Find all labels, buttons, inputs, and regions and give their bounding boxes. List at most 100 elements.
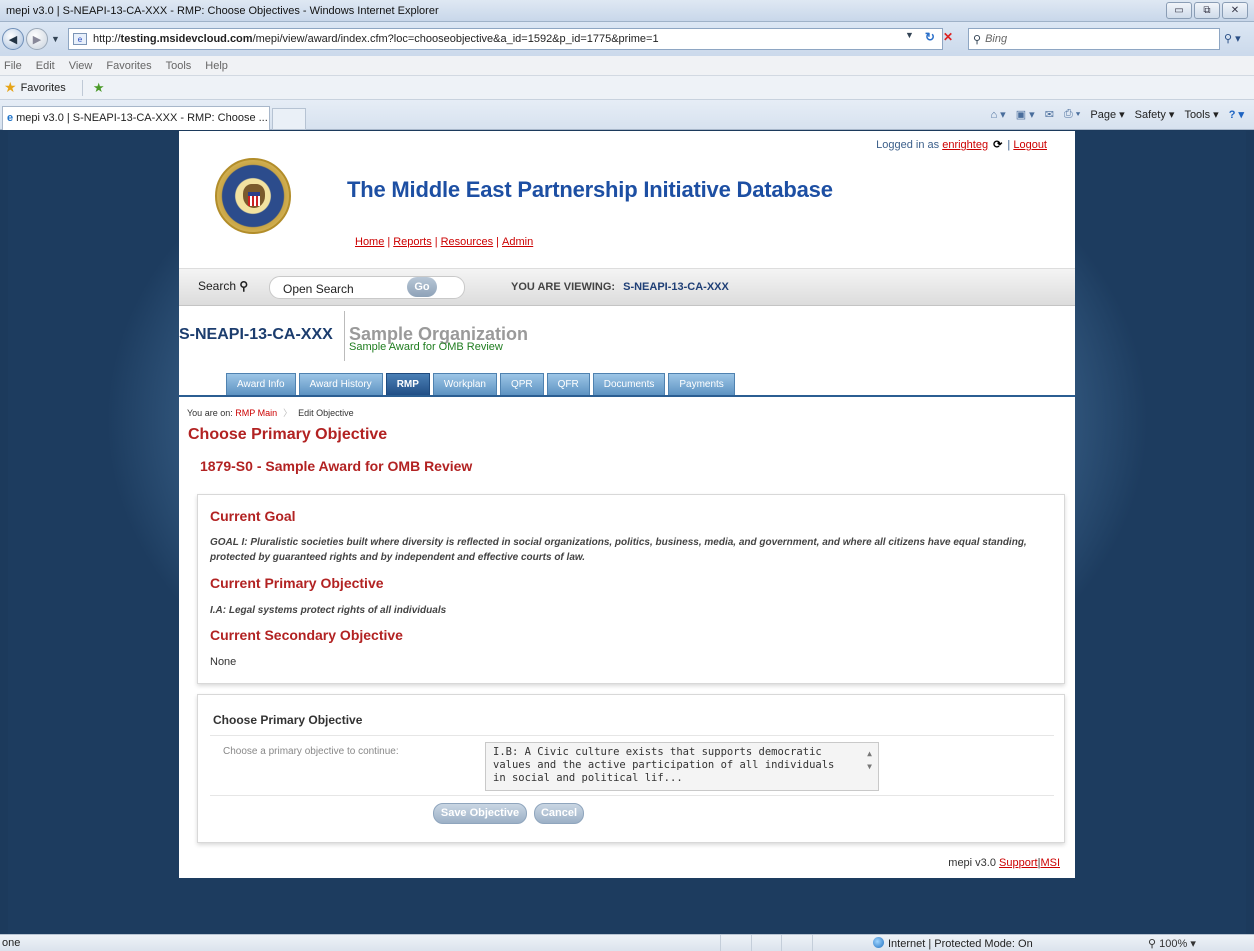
breadcrumb-rmp-main[interactable]: RMP Main bbox=[235, 408, 277, 418]
menu-edit[interactable]: Edit bbox=[36, 60, 55, 72]
url-host: testing.msidevcloud.com bbox=[120, 33, 253, 45]
form-title: Choose Primary Objective bbox=[213, 713, 363, 727]
tab-bar: e mepi v3.0 | S-NEAPI-13-CA-XXX - RMP: Ch… bbox=[0, 100, 1254, 130]
page-container: The Middle East Partnership Initiative D… bbox=[179, 131, 1075, 878]
breadcrumb-current: Edit Objective bbox=[298, 408, 354, 418]
site-header: The Middle East Partnership Initiative D… bbox=[179, 131, 1075, 268]
primary-objective-select[interactable]: I.B: A Civic culture exists that support… bbox=[485, 742, 879, 791]
security-zone[interactable]: Internet | Protected Mode: On bbox=[873, 937, 1033, 950]
current-objectives-panel: Current Goal GOAL I: Pluralistic societi… bbox=[197, 494, 1065, 684]
tab-award-info[interactable]: Award Info bbox=[226, 373, 296, 395]
close-button[interactable]: ✕ bbox=[1222, 2, 1248, 19]
tab-rmp[interactable]: RMP bbox=[385, 373, 430, 395]
award-subtitle: Sample Award for OMB Review bbox=[349, 341, 503, 353]
minimize-button[interactable]: ▭ bbox=[1166, 2, 1192, 19]
award-divider bbox=[344, 311, 345, 361]
menu-view[interactable]: View bbox=[69, 60, 93, 72]
username-link[interactable]: enrighteg bbox=[942, 139, 988, 151]
menu-tools[interactable]: Tools bbox=[166, 60, 192, 72]
restore-button[interactable]: ⧉ bbox=[1194, 2, 1220, 19]
refresh-session-icon[interactable]: ⟳ bbox=[993, 139, 1002, 151]
forward-button[interactable]: ▶ bbox=[26, 28, 48, 50]
save-objective-button[interactable]: Save Objective bbox=[433, 803, 527, 824]
menu-help[interactable]: Help bbox=[205, 60, 228, 72]
favorites-bar: ★ Favorites ★ bbox=[0, 76, 1254, 100]
new-tab-button[interactable] bbox=[272, 108, 306, 130]
nav-separator: | bbox=[434, 236, 438, 248]
cancel-button[interactable]: Cancel bbox=[534, 803, 584, 824]
print-icon[interactable]: ⎙ ▾ bbox=[1064, 108, 1080, 121]
footer-support-link[interactable]: Support bbox=[999, 857, 1038, 869]
search-magnifier-icon: ⚲ bbox=[239, 279, 249, 293]
browser-tab-active[interactable]: e mepi v3.0 | S-NEAPI-13-CA-XXX - RMP: Ch… bbox=[2, 106, 270, 130]
browser-tab-title: mepi v3.0 | S-NEAPI-13-CA-XXX - RMP: Cho… bbox=[16, 112, 268, 124]
tab-underline bbox=[179, 395, 1075, 397]
add-favorite-icon[interactable]: ★ bbox=[93, 80, 105, 96]
viewing-code: S-NEAPI-13-CA-XXX bbox=[623, 281, 729, 293]
footer-msi-link[interactable]: MSI bbox=[1040, 857, 1060, 869]
form-rule-top bbox=[210, 735, 1054, 736]
department-of-state-seal-logo bbox=[215, 158, 291, 234]
page-subtitle: 1879-S0 - Sample Award for OMB Review bbox=[200, 458, 473, 474]
top-nav: Home | Reports | Resources | Admin bbox=[355, 236, 533, 248]
current-goal-heading: Current Goal bbox=[210, 508, 296, 524]
tab-qfr[interactable]: QFR bbox=[546, 373, 590, 395]
logout-link[interactable]: Logout bbox=[1013, 139, 1047, 151]
page-footer: mepi v3.0 Support|MSI bbox=[948, 857, 1060, 869]
breadcrumb-prefix: You are on: bbox=[187, 408, 233, 418]
nav-separator: | bbox=[496, 236, 500, 248]
home-icon[interactable]: ⌂ ▾ bbox=[990, 108, 1005, 121]
nav-admin-link[interactable]: Admin bbox=[502, 236, 533, 248]
footer-version: mepi v3.0 bbox=[948, 857, 996, 869]
history-dropdown-icon[interactable]: ▼ bbox=[51, 34, 60, 44]
help-icon[interactable]: ? ▾ bbox=[1229, 108, 1244, 121]
tab-payments[interactable]: Payments bbox=[668, 373, 735, 395]
form-rule-bottom bbox=[210, 795, 1054, 796]
url-prefix: http:// bbox=[93, 33, 121, 45]
window-controls: ▭ ⧉ ✕ bbox=[1166, 2, 1248, 19]
window-title: mepi v3.0 | S-NEAPI-13-CA-XXX - RMP: Cho… bbox=[6, 4, 439, 17]
menu-file[interactable]: File bbox=[4, 60, 22, 72]
feeds-icon[interactable]: ▣ ▾ bbox=[1016, 108, 1035, 121]
menu-bar: File Edit View Favorites Tools Help bbox=[0, 56, 1254, 76]
tools-menu[interactable]: Tools ▾ bbox=[1184, 108, 1218, 121]
tab-documents[interactable]: Documents bbox=[592, 373, 666, 395]
favorites-separator bbox=[81, 79, 83, 96]
stop-icon[interactable]: ✕ bbox=[943, 30, 953, 44]
safety-menu[interactable]: Safety ▾ bbox=[1135, 108, 1175, 121]
breadcrumb: You are on: RMP Main 〉 Edit Objective bbox=[187, 406, 354, 419]
search-provider-input[interactable]: ⚲ Bing bbox=[968, 28, 1220, 50]
page-title: Choose Primary Objective bbox=[188, 426, 388, 443]
primary-objective-value: I.B: A Civic culture exists that support… bbox=[493, 746, 835, 784]
menu-favorites[interactable]: Favorites bbox=[106, 60, 151, 72]
zoom-control[interactable]: ⚲ 100% ▾ bbox=[1148, 937, 1196, 950]
viewing-label: YOU ARE VIEWING: bbox=[511, 281, 616, 293]
tab-workplan[interactable]: Workplan bbox=[432, 373, 497, 395]
nav-separator: | bbox=[387, 236, 391, 248]
select-arrows-icon: ▲ ▼ bbox=[867, 749, 872, 771]
address-controls: ▼ ↻ ✕ bbox=[902, 30, 953, 44]
tab-qpr[interactable]: QPR bbox=[499, 373, 544, 395]
search-go-icon[interactable]: ⚲ ▾ bbox=[1224, 32, 1241, 45]
nav-resources-link[interactable]: Resources bbox=[441, 236, 494, 248]
login-separator: | bbox=[1007, 139, 1011, 151]
status-cells bbox=[720, 935, 840, 951]
favorites-button[interactable]: Favorites bbox=[21, 82, 66, 94]
zoom-level: 100% bbox=[1159, 938, 1188, 950]
tab-award-history[interactable]: Award History bbox=[298, 373, 383, 395]
logged-in-label: Logged in as bbox=[876, 139, 940, 151]
back-button[interactable]: ◀ bbox=[2, 28, 24, 50]
address-input[interactable]: e http://testing.msidevcloud.com/mepi/vi… bbox=[68, 28, 943, 50]
search-go-button[interactable]: Go bbox=[407, 277, 437, 297]
page-menu[interactable]: Page ▾ bbox=[1090, 108, 1124, 121]
command-bar: ⌂ ▾ ▣ ▾ ✉ ⎙ ▾ Page ▾ Safety ▾ Tools ▾ ? … bbox=[990, 108, 1244, 121]
refresh-icon[interactable]: ↻ bbox=[925, 30, 935, 44]
nav-reports-link[interactable]: Reports bbox=[393, 236, 432, 248]
nav-home-link[interactable]: Home bbox=[355, 236, 384, 248]
search-provider-placeholder: Bing bbox=[985, 33, 1008, 45]
search-label: Search ⚲ bbox=[198, 279, 249, 293]
mail-icon[interactable]: ✉ bbox=[1045, 108, 1054, 121]
login-status: Logged in as enrighteg ⟳ | Logout bbox=[876, 138, 1047, 151]
current-secondary-heading: Current Secondary Objective bbox=[210, 627, 403, 643]
address-dropdown-icon[interactable]: ▼ bbox=[905, 30, 914, 44]
